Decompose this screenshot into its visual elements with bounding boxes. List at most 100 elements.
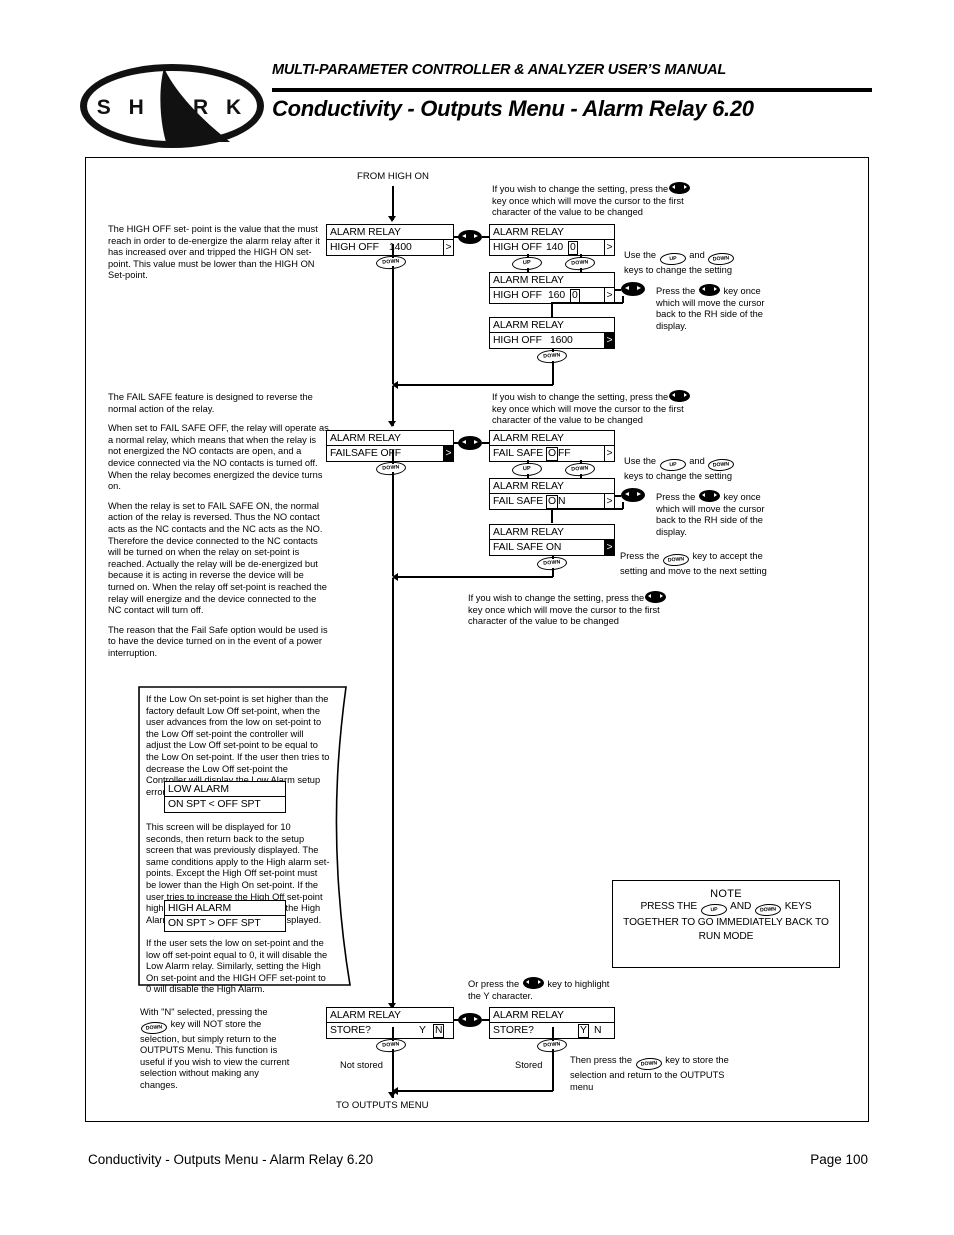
fs-instr-3: character of the value to be changed	[492, 415, 643, 426]
lcd-cursor-char: O	[546, 447, 558, 461]
ns-1: If you wish to change the setting, press…	[468, 593, 645, 603]
up-key-icon[interactable]: UP	[700, 903, 728, 917]
down-key-icon[interactable]: DOWN	[754, 903, 782, 917]
lcd-line1: ALARM RELAY	[327, 431, 453, 446]
lcd-label: FAIL SAFE	[493, 496, 544, 507]
left-right-arrow-icon[interactable]	[698, 490, 720, 502]
flow-line-3b	[392, 1049, 394, 1091]
connector-3	[615, 289, 621, 291]
lcd-caret: >	[443, 446, 453, 461]
lcd-value-post: N	[558, 496, 566, 507]
tick-a	[527, 254, 529, 258]
lcd-label: HIGH OFF	[493, 242, 542, 253]
key-left-right[interactable]	[458, 436, 482, 450]
flow-arrow-entry	[388, 216, 396, 222]
elbow-v1	[551, 302, 553, 317]
elbow-h2	[551, 508, 623, 510]
flow-line-1b	[392, 266, 394, 384]
fs-acc-b: key to accept the	[692, 551, 763, 561]
lcd-line1: ALARM RELAY	[490, 1008, 614, 1023]
lcd-caret: >	[443, 240, 453, 255]
usekeys-and: and	[689, 250, 705, 260]
up-key-icon[interactable]: UP	[659, 458, 687, 472]
lcd-value-pre: 140	[546, 242, 564, 253]
fail-safe-pressback: Press the key once which will move the c…	[656, 490, 786, 538]
up-key-icon[interactable]: UP	[659, 252, 687, 266]
fs-pb-c: which will move the cursor	[656, 503, 765, 514]
store-then-press: Then press the DOWN key to store the sel…	[570, 1055, 750, 1093]
left-right-arrow-icon[interactable]	[669, 182, 691, 194]
high-off-description: The HIGH OFF set- point is the value tha…	[108, 224, 320, 281]
lcd-cursor-char: O	[546, 495, 558, 509]
page-header: S H A R K MULTI-PARAMETER CONTROLLER & A…	[0, 0, 954, 150]
connector-7	[454, 1019, 460, 1021]
lcd-failsafe-cursor: ALARM RELAY FAIL SAFE O FF >	[489, 430, 615, 462]
key-left-right[interactable]	[621, 282, 645, 296]
lcd-line1: ALARM RELAY	[327, 1008, 453, 1023]
key-left-right[interactable]	[621, 488, 645, 502]
instr-line3: character of the value to be changed	[492, 207, 643, 218]
key-left-right[interactable]	[458, 230, 482, 244]
flow-arrow-exit	[388, 1092, 396, 1098]
lcd-line1: HIGH ALARM	[165, 901, 285, 916]
down-key-icon[interactable]: DOWN	[635, 1057, 662, 1071]
down-key-icon[interactable]: DOWN	[707, 252, 735, 266]
lcd-option-y-selected: Y	[578, 1024, 589, 1038]
store-n-description: With "N" selected, pressing the DOWN key…	[140, 1007, 298, 1092]
tick-c	[580, 254, 582, 258]
lcd-line1: LOW ALARM	[165, 782, 285, 797]
tick-e	[552, 348, 554, 352]
down-key-icon[interactable]: DOWN	[662, 553, 690, 567]
connector-1	[454, 236, 460, 238]
ns-2: key once which will move the cursor to t…	[468, 604, 660, 615]
flow-exit-label: TO OUTPUTS MENU	[336, 1100, 429, 1111]
instr-line1: If you wish to change the setting, press…	[492, 184, 669, 194]
fs-pb-a: Press the	[656, 492, 696, 502]
sh-b: key to highlight	[547, 979, 610, 989]
lcd-high-off-changed: ALARM RELAY HIGH OFF 160 0 >	[489, 272, 615, 304]
fs-usekeys-and: and	[689, 456, 705, 466]
high-off-pressback: Press the key once which will move the c…	[656, 284, 786, 332]
left-right-arrow-icon[interactable]	[522, 977, 544, 989]
footer-right: Page 100	[810, 1152, 868, 1167]
lcd-high-off-accepted: ALARM RELAY HIGH OFF 1600 >	[489, 317, 615, 349]
elbow-v4	[622, 502, 624, 509]
shark-logo: S H A R K	[78, 62, 266, 150]
lcd-label: HIGH OFF	[493, 290, 542, 301]
fs-pb-b: key once	[723, 492, 761, 502]
flow-line-2b	[392, 450, 394, 464]
lcd-label: HIGH OFF	[330, 242, 379, 253]
lcd-high-alarm-error: HIGH ALARM ON SPT > OFF SPT	[164, 900, 286, 932]
down-key-icon[interactable]: DOWN	[140, 1020, 168, 1035]
note-b: KEYS	[784, 901, 812, 912]
down-key-icon[interactable]: DOWN	[707, 458, 735, 472]
pb-e: display.	[656, 320, 687, 331]
fs-acc-c: setting and move to the next setting	[620, 566, 767, 576]
lcd-caret: >	[604, 288, 614, 303]
flow-line-entry	[392, 186, 394, 220]
lcd-failsafe-accepted: ALARM RELAY FAIL SAFE ON >	[489, 524, 615, 556]
sh-a: Or press the	[468, 979, 520, 989]
flow-line-3a	[392, 1027, 394, 1041]
flow-line-4b	[552, 1049, 554, 1091]
note-line2: TOGETHER TO GO IMMEDIATELY BACK TO	[623, 917, 829, 928]
flow-line-2c	[392, 472, 394, 576]
key-left-right[interactable]	[458, 1013, 482, 1027]
flow-line-2a	[392, 386, 394, 426]
flow-line-main	[392, 578, 394, 1008]
stored-label: Stored	[515, 1060, 543, 1070]
high-off-usekeys: Use the UP and DOWN keys to change the s…	[624, 250, 764, 277]
lcd-option-n: N	[594, 1025, 602, 1036]
left-right-arrow-icon[interactable]	[669, 390, 691, 402]
lcd-line1: ALARM RELAY	[490, 273, 614, 288]
sh-c: the Y character.	[468, 990, 533, 1001]
left-right-arrow-icon[interactable]	[698, 284, 720, 296]
footer-left: Conductivity - Outputs Menu - Alarm Rela…	[88, 1152, 374, 1167]
note-and: AND	[730, 901, 752, 912]
note-a: PRESS THE	[640, 901, 698, 912]
fail-safe-description: The FAIL SAFE feature is designed to rev…	[108, 392, 329, 658]
tp-c: selection and return to the OUTPUTS	[570, 1070, 725, 1080]
left-right-arrow-icon[interactable]	[645, 591, 667, 603]
manual-title: MULTI-PARAMETER CONTROLLER & ANALYZER US…	[272, 62, 727, 78]
fail-safe-accept: Press the DOWN key to accept the setting…	[620, 551, 790, 578]
